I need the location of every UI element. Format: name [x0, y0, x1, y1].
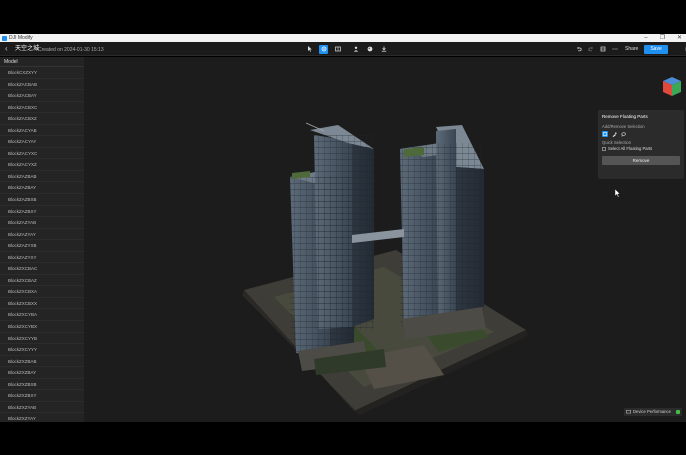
project-title: 天空之城: [15, 46, 40, 52]
3d-viewport[interactable]: [84, 57, 686, 422]
model-list-item[interactable]: BlockZACYAY: [0, 136, 84, 148]
model-list-item[interactable]: BlockZACYAB: [0, 125, 84, 137]
export-icon[interactable]: [379, 45, 388, 54]
model-list-item[interactable]: BlockZAZBXY: [0, 206, 84, 218]
texture-icon[interactable]: [365, 45, 374, 54]
select-all-label: Select All Floating Parts: [608, 146, 653, 151]
model-list-item[interactable]: BlockZAZYXY: [0, 252, 84, 264]
model-list-item[interactable]: BlockZXZYAB: [0, 402, 84, 414]
remove-floating-parts-icon[interactable]: [319, 44, 328, 54]
mouse-cursor-icon: [614, 185, 621, 203]
model-list-item[interactable]: BlockZXCYYB: [0, 333, 84, 345]
brush-add-icon[interactable]: [611, 131, 617, 137]
model-list: BlockCXZXYY BlockZACBAB BlockZACBAY BlockZA…: [0, 67, 84, 422]
model-list-item[interactable]: BlockZACYXC: [0, 148, 84, 160]
person-icon[interactable]: [351, 45, 360, 54]
view-cube-icon[interactable]: [662, 76, 682, 103]
model-list-item[interactable]: BlockZXCYYY: [0, 344, 84, 356]
model-list-item[interactable]: BlockZACBXZ: [0, 113, 84, 125]
tool-bar: [305, 44, 388, 54]
panel-title: Remove Floating Parts: [602, 114, 648, 119]
add-remove-label: Add/Remove Selection: [602, 124, 645, 129]
select-pointer-icon[interactable]: [305, 45, 314, 54]
back-arrow-icon[interactable]: ‹: [5, 44, 8, 54]
model-sidebar: Model BlockCXZXYY BlockZACBAB BlockZACBAY B…: [0, 57, 84, 422]
model-list-item[interactable]: BlockZXCBAZ: [0, 275, 84, 287]
app-header: ‹ 天空之城 Created on 2024-01-30 15:13 Share…: [0, 42, 686, 56]
select-all-checkbox[interactable]: [602, 147, 606, 151]
model-list-item[interactable]: BlockZAZBAB: [0, 171, 84, 183]
box-select-icon[interactable]: [602, 131, 608, 137]
more-options-icon[interactable]: [610, 45, 619, 54]
remove-floating-parts-panel: Remove Floating Parts Add/Remove Selecti…: [598, 110, 684, 179]
created-date: Created on 2024-01-30 15:13: [38, 46, 104, 53]
lasso-icon[interactable]: [620, 131, 626, 137]
model-list-item[interactable]: BlockZXZBAB: [0, 356, 84, 368]
model-list-item[interactable]: BlockZXCBXA: [0, 286, 84, 298]
minimize-button[interactable]: –: [644, 34, 647, 42]
save-button[interactable]: Save: [644, 44, 668, 54]
maximize-button[interactable]: ❐: [660, 34, 665, 42]
select-all-row[interactable]: Select All Floating Parts: [602, 146, 680, 152]
building-model-render: [242, 122, 528, 415]
model-list-item[interactable]: BlockZXCBAC: [0, 263, 84, 275]
quick-selection-label: Quick Selection: [602, 140, 632, 145]
model-list-item[interactable]: BlockZXCYBX: [0, 321, 84, 333]
app-logo-icon: [2, 35, 7, 41]
window-titlebar: DJI Modify – ❐ ✕: [0, 34, 686, 42]
model-list-item[interactable]: BlockZXZYAY: [0, 413, 84, 422]
letterbox-top: [0, 0, 686, 34]
model-list-item[interactable]: BlockZAZYXB: [0, 240, 84, 252]
model-list-item[interactable]: BlockZACBXC: [0, 102, 84, 114]
redo-icon[interactable]: [586, 45, 595, 54]
app-title: DJI Modify: [9, 35, 33, 41]
model-list-item[interactable]: BlockZXCYBA: [0, 309, 84, 322]
device-performance-badge[interactable]: Device Performance: [624, 408, 682, 416]
share-button[interactable]: Share: [622, 45, 641, 54]
model-list-item[interactable]: BlockZAZBAY: [0, 182, 84, 195]
model-list-item[interactable]: BlockZXZBXB: [0, 379, 84, 391]
remove-button[interactable]: Remove: [602, 156, 680, 165]
model-list-item[interactable]: BlockZACYXZ: [0, 159, 84, 171]
model-list-item[interactable]: BlockZACBAB: [0, 79, 84, 91]
model-list-item[interactable]: BlockZXCBXX: [0, 298, 84, 310]
header-actions: Share Save: [574, 44, 686, 54]
model-list-item[interactable]: BlockZAZYAB: [0, 217, 84, 229]
device-performance-label: Device Performance: [633, 409, 671, 414]
model-list-item[interactable]: BlockZXZBXY: [0, 390, 84, 402]
model-list-item[interactable]: BlockZXZBAY: [0, 367, 84, 379]
mesh-edit-icon[interactable]: [333, 45, 342, 54]
close-button[interactable]: ✕: [677, 34, 682, 42]
model-list-item[interactable]: BlockZAZBXB: [0, 194, 84, 206]
undo-icon[interactable]: [574, 45, 583, 54]
layers-icon[interactable]: [598, 45, 607, 54]
performance-status-icon: [676, 410, 680, 414]
model-list-item[interactable]: BlockCXZXYY: [0, 67, 84, 79]
model-list-item[interactable]: BlockZAZYAY: [0, 229, 84, 241]
model-list-item[interactable]: BlockZACBAY: [0, 90, 84, 102]
letterbox-bottom: [0, 422, 686, 455]
monitor-icon: [626, 410, 631, 414]
selection-tools: [602, 131, 680, 137]
sidebar-title: Model: [0, 57, 84, 67]
window-controls: – ❐ ✕: [644, 34, 682, 42]
